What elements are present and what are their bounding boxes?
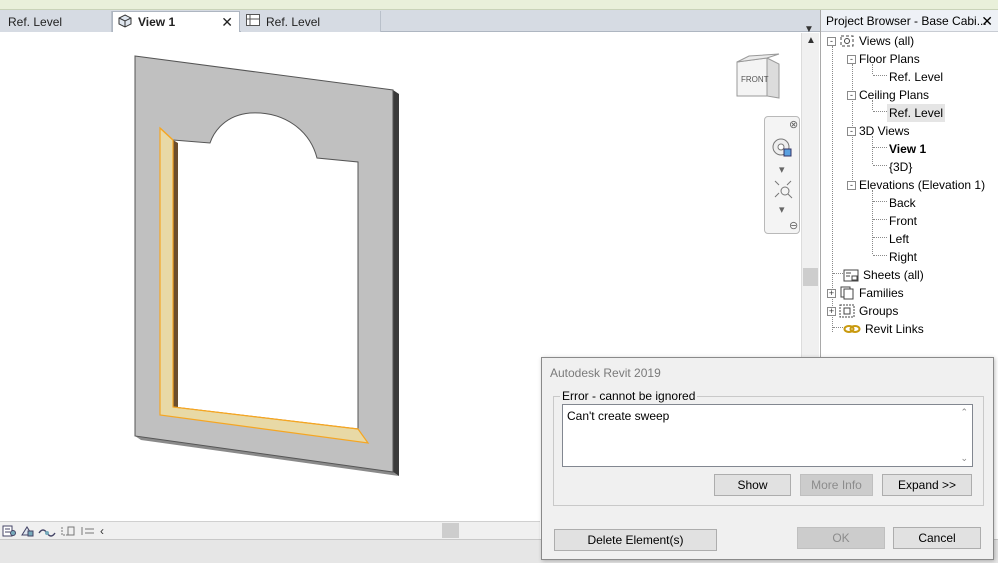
tab-ref-level-floor-plan[interactable]: Ref. Level <box>0 11 112 32</box>
view-tab-bar: Ref. Level View 1 ✕ Ref. Level ▼ <box>0 10 820 35</box>
project-browser-title: Project Browser - Base Cabi... <box>821 10 998 32</box>
show-button[interactable]: Show <box>714 474 791 496</box>
revit-links-icon <box>843 323 861 335</box>
navbar-close-icon[interactable]: ⊗ <box>789 118 798 131</box>
scroll-up-icon[interactable]: ▲ <box>806 35 816 46</box>
viewcube[interactable]: FRONT <box>733 52 785 107</box>
message-scroll-down-icon[interactable]: ⌄ <box>960 453 968 464</box>
error-group-label: Error - cannot be ignored <box>560 389 698 403</box>
tree-item-label: Elevations (Elevation 1) <box>859 178 986 192</box>
collapse-icon[interactable]: - <box>847 90 856 100</box>
close-tab-icon[interactable]: ✕ <box>221 14 233 31</box>
visual-style-icon[interactable] <box>38 525 56 537</box>
zoom-dropdown-icon[interactable]: ▾ <box>779 203 785 216</box>
more-info-button[interactable]: More Info <box>800 474 873 496</box>
message-scroll-up-icon[interactable]: ⌃ <box>960 407 968 418</box>
tree-item-label: Groups <box>859 304 899 318</box>
scale-icon[interactable] <box>2 525 16 537</box>
expand-icon[interactable]: + <box>827 306 836 316</box>
tree-item-label: View 1 <box>889 142 927 156</box>
tab-label: Ref. Level <box>8 14 63 29</box>
groups-icon <box>839 304 855 318</box>
wheel-dropdown-icon[interactable]: ▾ <box>779 163 785 176</box>
tree-item-floor-plan-ref-level[interactable]: Ref. Level <box>889 68 943 86</box>
expand-button[interactable]: Expand >> <box>882 474 972 496</box>
view-bar-overflow-icon[interactable]: ‹ <box>100 524 104 538</box>
dialog-title: Autodesk Revit 2019 <box>550 366 661 380</box>
tree-item-groups[interactable]: + Groups <box>827 302 898 320</box>
reveal-hidden-icon[interactable] <box>80 525 96 537</box>
tree-item-left[interactable]: Left <box>889 230 909 248</box>
navbar-menu-icon[interactable]: ⊖ <box>789 219 798 232</box>
tree-item-view-1[interactable]: View 1 <box>889 140 926 158</box>
collapse-icon[interactable]: - <box>827 36 836 46</box>
tree-item-ceiling-plans[interactable]: - Ceiling Plans <box>847 86 929 104</box>
ceiling-plan-icon <box>245 13 261 30</box>
tree-item-3d[interactable]: {3D} <box>889 158 912 176</box>
tree-item-front[interactable]: Front <box>889 212 917 230</box>
detail-level-icon[interactable] <box>20 525 34 537</box>
tree-item-label: Families <box>859 286 904 300</box>
horizontal-scroll-thumb[interactable] <box>442 523 459 538</box>
error-dialog: Autodesk Revit 2019 Error - cannot be ig… <box>541 357 994 560</box>
tree-item-floor-plans[interactable]: - Floor Plans <box>847 50 920 68</box>
ok-button[interactable]: OK <box>797 527 885 549</box>
inner-reveal-left <box>173 140 178 408</box>
tab-ref-level-ceiling-plan[interactable]: Ref. Level <box>241 11 381 32</box>
cancel-button[interactable]: Cancel <box>893 527 981 549</box>
tree-item-label: Left <box>889 232 910 246</box>
3d-view-icon <box>117 13 133 31</box>
expand-icon[interactable]: + <box>827 288 836 298</box>
tree-item-label: Ref. Level <box>889 70 944 84</box>
collapse-icon[interactable]: - <box>847 54 856 64</box>
tree-item-sheets-all[interactable]: Sheets (all) <box>843 266 924 284</box>
tree-item-label: Sheets (all) <box>863 268 924 282</box>
tree-item-label: Views (all) <box>859 34 915 48</box>
scroll-thumb[interactable] <box>803 268 818 286</box>
tree-item-label: Ceiling Plans <box>859 88 930 102</box>
error-message-box[interactable]: Can't create sweep ⌃ ⌄ <box>562 404 973 467</box>
collapse-icon[interactable]: - <box>847 126 856 136</box>
delete-elements-button[interactable]: Delete Element(s) <box>554 529 717 551</box>
tree-item-3d-views[interactable]: - 3D Views <box>847 122 909 140</box>
sweep-highlight <box>159 126 370 444</box>
families-icon <box>839 286 855 300</box>
tree-item-families[interactable]: + Families <box>827 284 904 302</box>
close-icon[interactable]: ✕ <box>981 13 993 30</box>
tree-item-label: Revit Links <box>865 322 924 336</box>
navigation-bar: ⊗ ▾ ▾ ⊖ <box>764 116 800 234</box>
tree-item-label: Floor Plans <box>859 52 920 66</box>
error-message-text: Can't create sweep <box>567 409 670 423</box>
tree-item-views-all[interactable]: - Views (all) <box>827 32 914 50</box>
temporary-hide-icon[interactable] <box>60 525 76 537</box>
tab-label: Ref. Level <box>266 14 321 29</box>
panel-side-edge <box>393 90 399 476</box>
tree-item-ceiling-plan-ref-level[interactable]: Ref. Level <box>887 104 946 122</box>
collapse-icon[interactable]: - <box>847 180 856 190</box>
tree-item-label: Back <box>889 196 916 210</box>
tree-item-right[interactable]: Right <box>889 248 917 266</box>
tree-item-label: Front <box>889 214 918 228</box>
tree-item-label: Ref. Level <box>887 104 946 122</box>
viewcube-front-label: FRONT <box>741 75 769 84</box>
tree-item-label: {3D} <box>889 160 913 174</box>
canvas-horizontal-scrollbar[interactable] <box>120 523 540 538</box>
views-icon <box>839 34 855 48</box>
tree-item-back[interactable]: Back <box>889 194 916 212</box>
tab-label: View 1 <box>138 15 176 29</box>
zoom-region-icon[interactable] <box>773 179 793 202</box>
tree-item-label: 3D Views <box>859 124 910 138</box>
tree-item-revit-links[interactable]: Revit Links <box>843 320 924 338</box>
ribbon-edge <box>0 0 998 10</box>
tab-view-1[interactable]: View 1 ✕ <box>112 11 240 32</box>
steering-wheel-icon[interactable] <box>771 137 793 162</box>
tree-item-elevations[interactable]: - Elevations (Elevation 1) <box>847 176 985 194</box>
sheets-icon <box>843 268 859 282</box>
tree-item-label: Right <box>889 250 918 264</box>
floor-plan-icon <box>2 14 3 29</box>
